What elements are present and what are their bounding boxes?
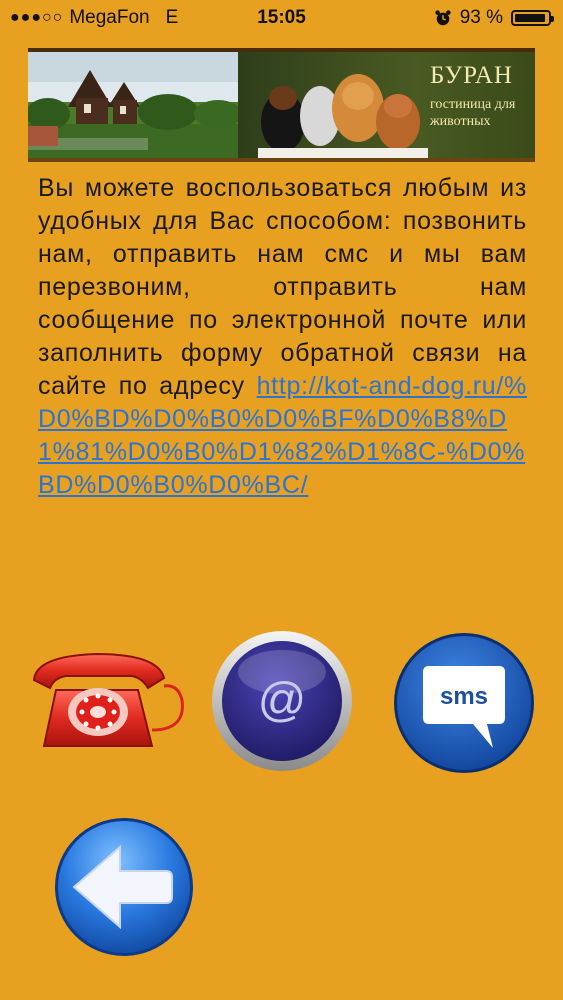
hotel-subtitle: гостиница для животных — [430, 97, 516, 129]
status-bar: ●●●○○ MegaFon E 15:05 93 % — [0, 0, 563, 36]
sms-icon[interactable]: sms — [393, 632, 535, 774]
country-house-photo — [28, 52, 238, 158]
hotel-name: БУРАН — [430, 62, 513, 89]
contact-message: Вы можете воспользоваться любым из удобн… — [38, 172, 527, 502]
back-arrow-icon[interactable] — [54, 817, 194, 957]
alarm-icon — [435, 10, 451, 26]
phone-icon[interactable] — [26, 650, 188, 754]
email-icon[interactable]: @ — [211, 630, 353, 772]
hotel-banner: БУРАН гостиница для животных — [28, 48, 535, 162]
battery-percent: 93 % — [459, 7, 503, 28]
sms-label: sms — [440, 683, 488, 710]
status-right: 93 % — [434, 7, 554, 29]
email-symbol: @ — [258, 674, 307, 727]
battery-icon — [511, 10, 554, 26]
message-text: Вы можете воспользоваться любым из удобн… — [38, 174, 527, 400]
battery-fill — [515, 14, 545, 22]
